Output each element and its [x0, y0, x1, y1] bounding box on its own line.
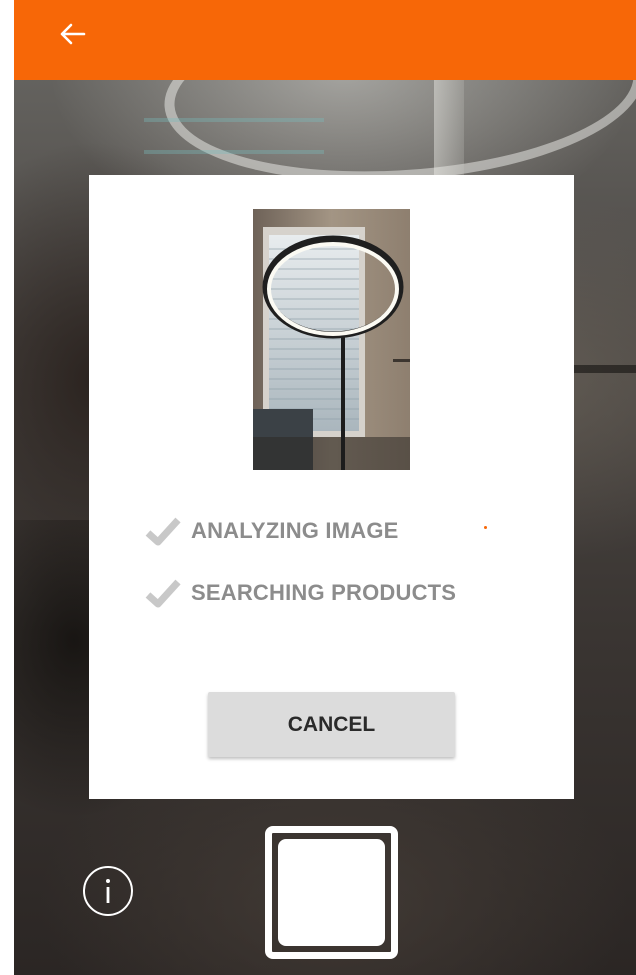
status-label: ANALYZING IMAGE: [191, 518, 399, 543]
cancel-button[interactable]: CANCEL: [208, 692, 455, 757]
back-button[interactable]: [52, 14, 92, 54]
check-icon: [145, 579, 181, 608]
check-icon: [145, 517, 181, 546]
status-searching-products: SEARCHING PRODUCTS: [145, 578, 456, 608]
status-analyzing-image: ANALYZING IMAGE: [145, 516, 399, 546]
lamp-photo-image: [253, 209, 410, 470]
shutter-button[interactable]: [265, 826, 398, 959]
top-app-bar: [14, 0, 636, 80]
background-blind-slat: [144, 118, 324, 122]
shutter-inner: [278, 839, 385, 946]
background-blind-slat: [144, 150, 324, 154]
background-wall-trim: [574, 365, 636, 373]
processing-dialog: ANALYZING IMAGE SEARCHING PRODUCTS CANCE…: [89, 175, 574, 799]
status-label: SEARCHING PRODUCTS: [191, 580, 457, 605]
arrow-left-icon: [60, 23, 86, 45]
info-icon: [106, 879, 110, 903]
captured-photo-thumbnail: [253, 209, 410, 470]
info-button[interactable]: [83, 866, 133, 916]
loading-dot: [484, 526, 487, 529]
background-ceiling-beam: [434, 70, 464, 190]
